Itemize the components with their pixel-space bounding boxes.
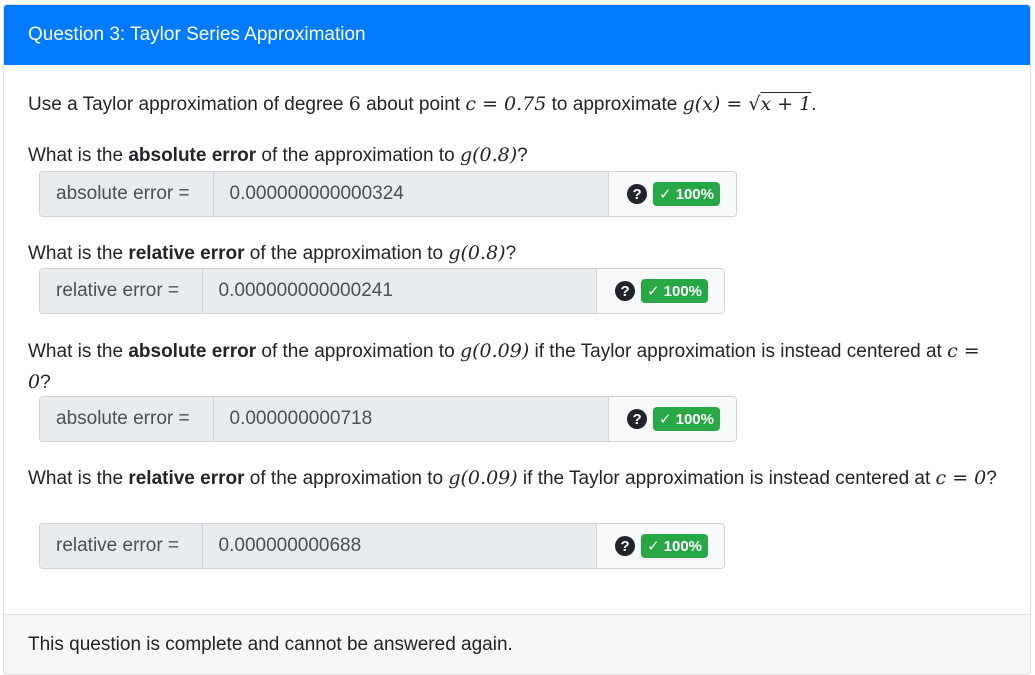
answer-field[interactable]: 0.000000000000241 bbox=[202, 269, 597, 313]
answer-label: absolute error = bbox=[40, 397, 214, 441]
score-badge: ✓ 100% bbox=[653, 407, 720, 431]
subquestion-3-prompt: What is the absolute error of the approx… bbox=[28, 340, 980, 393]
center-point: c = 0.75 bbox=[465, 93, 547, 115]
score-badge: ✓ 100% bbox=[641, 534, 709, 558]
subquestion-3-answer-group: absolute error = 0.000000000718 ? ✓ 100% bbox=[39, 396, 737, 442]
question-intro: Use a Taylor approximation of degree 6 a… bbox=[28, 93, 817, 115]
answer-status: ? ✓ 100% bbox=[608, 397, 736, 441]
question-title: Question 3: Taylor Series Approximation bbox=[4, 5, 1030, 65]
answer-status: ? ✓ 100% bbox=[596, 524, 724, 568]
question-circle-icon[interactable]: ? bbox=[627, 184, 648, 204]
answer-status: ? ✓ 100% bbox=[608, 172, 736, 216]
question-circle-icon[interactable]: ? bbox=[615, 281, 636, 301]
subquestion-1-prompt: What is the absolute error of the approx… bbox=[28, 144, 528, 166]
check-icon: ✓ bbox=[659, 411, 672, 428]
subquestion-4-answer-group: relative error = 0.000000000688 ? ✓ 100% bbox=[39, 523, 725, 569]
subquestion-2-answer-group: relative error = 0.000000000000241 ? ✓ 10… bbox=[39, 268, 725, 314]
question-circle-icon[interactable]: ? bbox=[615, 536, 636, 556]
answer-field[interactable]: 0.000000000688 bbox=[202, 524, 597, 568]
subquestion-2-prompt: What is the relative error of the approx… bbox=[28, 242, 517, 264]
degree-value: 6 bbox=[348, 93, 361, 115]
subquestion-4-prompt: What is the relative error of the approx… bbox=[28, 467, 997, 489]
question-circle-icon[interactable]: ? bbox=[627, 409, 648, 429]
check-icon: ✓ bbox=[647, 538, 660, 555]
answer-label: relative error = bbox=[40, 524, 203, 568]
question-body: Use a Taylor approximation of degree 6 a… bbox=[4, 65, 1030, 616]
question-footer: This question is complete and cannot be … bbox=[4, 614, 1030, 674]
subquestion-1-answer-group: absolute error = 0.000000000000324 ? ✓ 10… bbox=[39, 171, 737, 217]
answer-status: ? ✓ 100% bbox=[596, 269, 724, 313]
check-icon: ✓ bbox=[647, 283, 660, 300]
answer-label: absolute error = bbox=[40, 172, 214, 216]
question-card: Question 3: Taylor Series Approximation … bbox=[3, 4, 1031, 675]
score-badge: ✓ 100% bbox=[641, 279, 709, 303]
function-definition: g(x) = √x + 1 bbox=[682, 93, 812, 115]
check-icon: ✓ bbox=[659, 186, 672, 203]
answer-field[interactable]: 0.000000000000324 bbox=[213, 172, 609, 216]
answer-label: relative error = bbox=[40, 269, 203, 313]
answer-field[interactable]: 0.000000000718 bbox=[213, 397, 609, 441]
score-badge: ✓ 100% bbox=[653, 182, 720, 206]
